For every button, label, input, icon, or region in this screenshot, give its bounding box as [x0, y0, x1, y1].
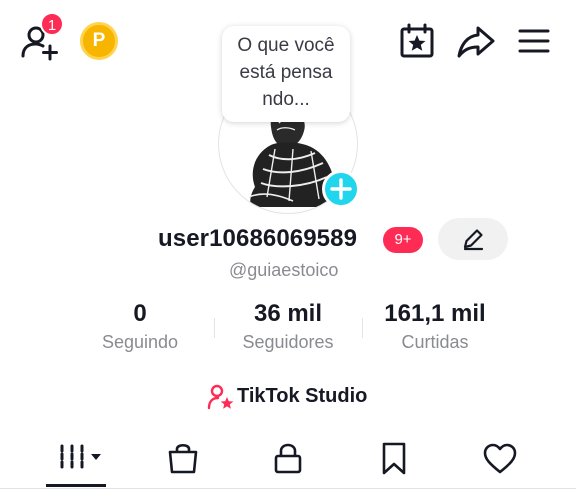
shopping-bag-icon: [168, 443, 198, 474]
stat-likes-label: Curtidas: [401, 332, 469, 352]
bubble-line-2: está pensa: [239, 62, 333, 83]
tab-liked[interactable]: [480, 438, 520, 480]
stat-divider: [362, 318, 363, 338]
thought-bubble[interactable]: O que você está pensa ndo...: [222, 26, 350, 122]
profile-handle: @guiaestoico: [229, 260, 339, 280]
coins-button[interactable]: P: [80, 22, 118, 60]
bookmark-icon: [382, 442, 406, 475]
stat-divider: [214, 318, 215, 338]
bubble-line-1: O que você: [237, 35, 335, 56]
username: user10686069589: [158, 225, 358, 252]
stat-followers-label: Seguidores: [242, 332, 334, 352]
lock-icon: [274, 443, 302, 474]
tab-shop[interactable]: [163, 438, 203, 480]
tab-videos[interactable]: [56, 438, 106, 480]
menu-icon[interactable]: [516, 24, 552, 58]
tab-saved[interactable]: [374, 438, 414, 480]
bubble-line-3: ndo...: [262, 89, 310, 110]
active-tab-indicator: [46, 484, 106, 487]
stat-followers-value: 36 mil: [253, 300, 323, 327]
notification-badge: 1: [40, 12, 64, 36]
stat-following[interactable]: 0 Seguindo: [80, 300, 200, 353]
tiktok-studio-link[interactable]: TikTok Studio: [237, 385, 367, 408]
stat-likes-value: 161,1 mil: [384, 300, 486, 327]
add-photo-plus-icon[interactable]: [322, 170, 360, 208]
stat-following-value: 0: [133, 300, 147, 327]
stat-followers[interactable]: 36 mil Seguidores: [226, 300, 350, 353]
tabs-divider: [0, 488, 576, 489]
stat-likes[interactable]: 161,1 mil Curtidas: [374, 300, 496, 353]
videos-grid-icon: [60, 444, 101, 470]
tab-private[interactable]: [268, 438, 308, 480]
stat-following-label: Seguindo: [101, 332, 179, 352]
pencil-icon: [463, 229, 484, 251]
heart-icon: [483, 443, 517, 474]
username-badge[interactable]: 9+: [383, 227, 423, 253]
calendar-star-icon[interactable]: [398, 22, 436, 60]
edit-profile-button[interactable]: [438, 218, 508, 260]
studio-person-star-icon[interactable]: [207, 383, 235, 411]
share-icon[interactable]: [456, 22, 496, 60]
